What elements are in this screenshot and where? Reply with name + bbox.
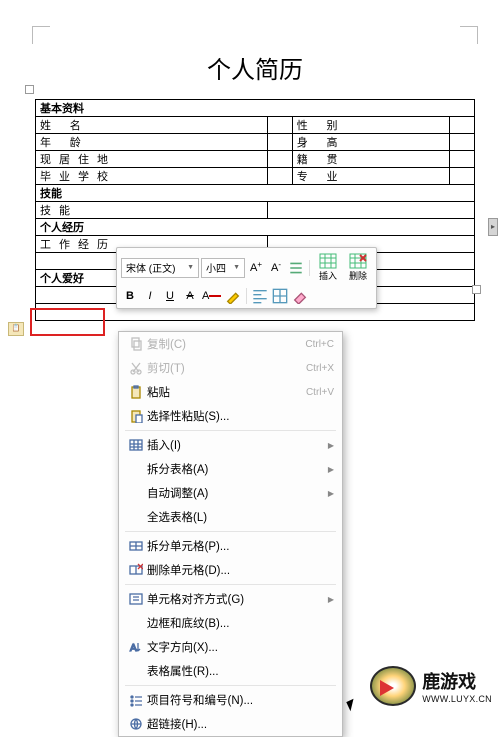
italic-button[interactable]: I xyxy=(141,287,159,305)
side-tab-handle[interactable]: ▸ xyxy=(488,218,498,236)
shrink-font-button[interactable]: A- xyxy=(267,259,285,277)
menu-copy: 复制(C) Ctrl+C xyxy=(119,332,342,356)
svg-text:A: A xyxy=(130,643,137,654)
menu-divider xyxy=(125,430,336,431)
menu-delete-cell[interactable]: 删除单元格(D)... xyxy=(119,558,342,582)
menu-split-cell[interactable]: 拆分单元格(P)... xyxy=(119,534,342,558)
menu-bullets[interactable]: 项目符号和编号(N)... xyxy=(119,688,342,712)
underline-button[interactable]: U xyxy=(161,287,179,305)
section-basic: 基本资料 xyxy=(36,100,475,117)
watermark-logo-icon xyxy=(370,666,416,706)
page-title: 个人简历 xyxy=(35,30,475,99)
linespace-button[interactable] xyxy=(287,259,305,277)
chevron-down-icon: ▼ xyxy=(187,264,194,271)
delete-label: 删除 xyxy=(349,269,367,282)
menu-paste-special[interactable]: 选择性粘贴(S)... xyxy=(119,404,342,428)
menu-divider xyxy=(125,584,336,585)
delete-cell-icon xyxy=(125,563,147,577)
val-native[interactable] xyxy=(450,151,475,168)
val-age[interactable] xyxy=(268,134,293,151)
menu-select-table[interactable]: 全选表格(L) xyxy=(119,505,342,529)
lbl-school: 毕业学校 xyxy=(36,168,268,185)
highlight-button[interactable] xyxy=(224,287,242,305)
lbl-native: 籍 贯 xyxy=(292,151,450,168)
insert-label: 插入 xyxy=(319,269,337,282)
lbl-major: 专 业 xyxy=(292,168,450,185)
font-size-value: 小四 xyxy=(206,260,226,275)
split-cell-icon xyxy=(125,539,147,553)
separator xyxy=(309,260,310,276)
font-size-combo[interactable]: 小四 ▼ xyxy=(201,258,245,278)
menu-insert[interactable]: 插入(I) ▶ xyxy=(119,433,342,457)
watermark: 鹿游戏 WWW.LUYX.CN xyxy=(370,666,492,706)
text-direction-icon: A xyxy=(125,640,147,654)
bold-button[interactable]: B xyxy=(121,287,139,305)
insert-dropdown[interactable]: 插入 xyxy=(314,251,342,284)
shortcut: Ctrl+X xyxy=(306,363,334,374)
paste-options-icon[interactable]: 📋 xyxy=(8,322,24,336)
align-button[interactable] xyxy=(251,287,269,305)
lbl-addr: 现居住地 xyxy=(36,151,268,168)
lbl-skill: 技能 xyxy=(36,202,268,219)
menu-paste[interactable]: 粘贴 Ctrl+V xyxy=(119,380,342,404)
font-name-combo[interactable]: 宋体 (正文) ▼ xyxy=(121,258,199,278)
watermark-name: 鹿游戏 xyxy=(422,668,492,694)
menu-divider xyxy=(125,685,336,686)
menu-split-table[interactable]: 拆分表格(A) ▶ xyxy=(119,457,342,481)
paste-icon xyxy=(125,385,147,399)
val-school[interactable] xyxy=(268,168,293,185)
section-exp: 个人经历 xyxy=(36,219,475,236)
merge-button[interactable] xyxy=(271,287,289,305)
menu-table-props[interactable]: 表格属性(R)... xyxy=(119,659,342,683)
delete-dropdown[interactable]: 删除 xyxy=(344,251,372,284)
grow-font-button[interactable]: A+ xyxy=(247,259,265,277)
table-move-handle[interactable] xyxy=(25,85,34,94)
menu-autofit[interactable]: 自动调整(A) ▶ xyxy=(119,481,342,505)
link-icon xyxy=(125,717,147,731)
chevron-down-icon: ▼ xyxy=(233,264,240,271)
chevron-right-icon: ▶ xyxy=(328,595,334,604)
lbl-height: 身 高 xyxy=(292,134,450,151)
separator xyxy=(246,288,247,304)
val-major[interactable] xyxy=(450,168,475,185)
val-addr[interactable] xyxy=(268,151,293,168)
lbl-name: 姓 名 xyxy=(36,117,268,134)
chevron-right-icon: ▶ xyxy=(328,489,334,498)
val-gender[interactable] xyxy=(450,117,475,134)
menu-border-shading[interactable]: 边框和底纹(B)... xyxy=(119,611,342,635)
menu-divider xyxy=(125,531,336,532)
mini-toolbar: 宋体 (正文) ▼ 小四 ▼ A+ A- 插入 删除 B I U A A xyxy=(116,247,377,309)
paste-special-icon xyxy=(125,409,147,423)
bullets-icon xyxy=(125,693,147,707)
section-skills: 技能 xyxy=(36,185,475,202)
val-height[interactable] xyxy=(450,134,475,151)
context-menu: 复制(C) Ctrl+C 剪切(T) Ctrl+X 粘贴 Ctrl+V 选择性粘… xyxy=(118,331,343,737)
align-icon xyxy=(125,592,147,606)
menu-cut: 剪切(T) Ctrl+X xyxy=(119,356,342,380)
mouse-cursor-icon xyxy=(346,699,357,711)
menu-text-direction[interactable]: A 文字方向(X)... xyxy=(119,635,342,659)
shortcut: Ctrl+V xyxy=(306,387,334,398)
table-resize-handle[interactable] xyxy=(472,285,481,294)
lbl-gender: 性 别 xyxy=(292,117,450,134)
copy-icon xyxy=(125,337,147,351)
chevron-right-icon: ▶ xyxy=(328,465,334,474)
val-name[interactable] xyxy=(268,117,293,134)
menu-hyperlink[interactable]: 超链接(H)... xyxy=(119,712,342,736)
shortcut: Ctrl+C xyxy=(305,339,334,350)
font-name-value: 宋体 (正文) xyxy=(126,260,175,275)
font-color-button[interactable]: A xyxy=(201,287,222,305)
strike-button[interactable]: A xyxy=(181,287,199,305)
menu-cell-align[interactable]: 单元格对齐方式(G) ▶ xyxy=(119,587,342,611)
cut-icon xyxy=(125,361,147,375)
table-icon xyxy=(125,438,147,452)
val-skill[interactable] xyxy=(268,202,475,219)
watermark-url: WWW.LUYX.CN xyxy=(422,694,492,704)
chevron-right-icon: ▶ xyxy=(328,441,334,450)
lbl-age: 年 龄 xyxy=(36,134,268,151)
eraser-button[interactable] xyxy=(291,287,309,305)
